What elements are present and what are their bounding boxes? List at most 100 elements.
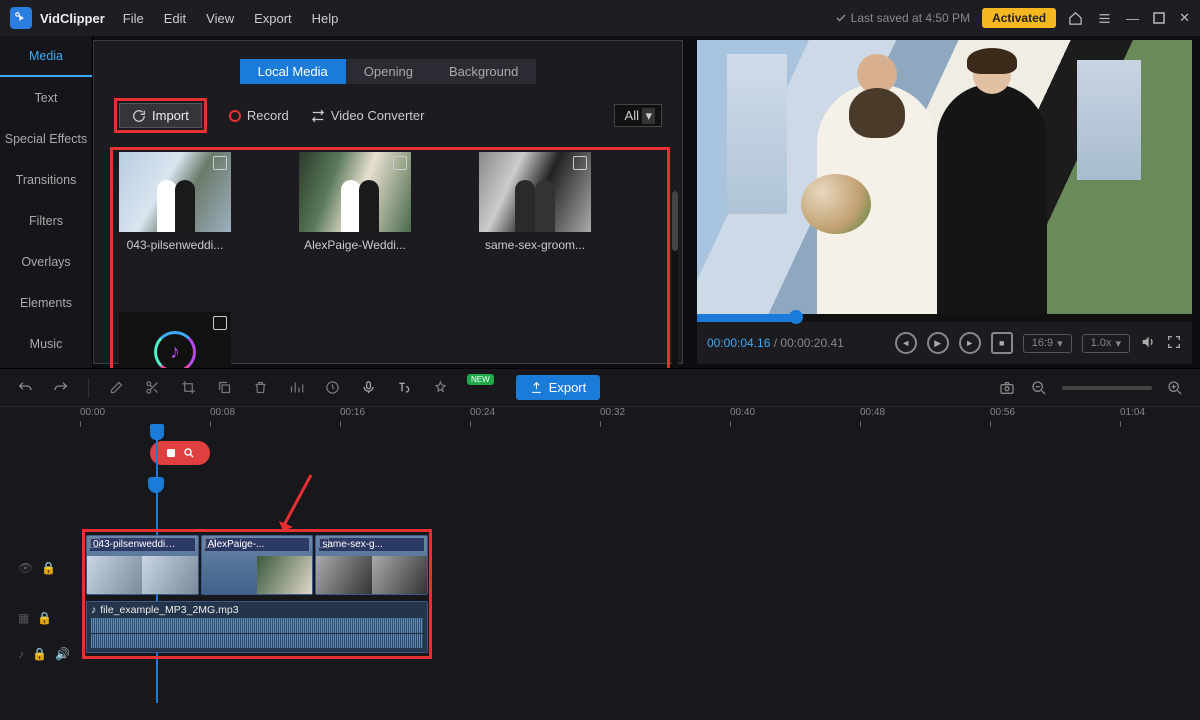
- menu-view[interactable]: View: [206, 11, 234, 26]
- next-frame-button[interactable]: ►: [959, 332, 981, 354]
- zoom-slider[interactable]: [1062, 386, 1152, 390]
- edit-icon[interactable]: [107, 379, 125, 397]
- tab-local-media[interactable]: Local Media: [240, 59, 346, 84]
- clip-thumbnail: [119, 152, 231, 232]
- audio-badge-icon: [213, 316, 227, 330]
- undo-button[interactable]: [16, 379, 34, 397]
- last-saved: Last saved at 4:50 PM: [835, 11, 970, 25]
- sidebar-elements[interactable]: Elements: [0, 282, 92, 323]
- media-filter-select[interactable]: All: [614, 104, 662, 127]
- sidebar-media[interactable]: Media: [0, 36, 92, 77]
- effects-icon[interactable]: [431, 379, 449, 397]
- menu-help[interactable]: Help: [312, 11, 339, 26]
- video-track[interactable]: 043-pilsenwedding... AlexPaige-... same-…: [86, 535, 428, 595]
- music-note-icon: ♪: [154, 331, 196, 373]
- film-icon[interactable]: ▦: [18, 611, 29, 625]
- marker-icon: [165, 447, 177, 459]
- clip-name: AlexPaige-Weddi...: [299, 238, 411, 252]
- volume-icon[interactable]: [1140, 334, 1156, 353]
- preview-time: 00:00:04.16 / 00:00:20.41: [707, 336, 844, 350]
- video-clip[interactable]: AlexPaige-...: [201, 535, 314, 595]
- hamburger-icon[interactable]: [1097, 10, 1112, 26]
- play-button[interactable]: ▶: [927, 332, 949, 354]
- clip-thumbnail: [479, 152, 591, 232]
- clock-icon[interactable]: [323, 379, 341, 397]
- stop-button[interactable]: ■: [991, 332, 1013, 354]
- mic-icon[interactable]: [359, 379, 377, 397]
- sidebar-transitions[interactable]: Transitions: [0, 159, 92, 200]
- audio-track[interactable]: ♪ file_example_MP3_2MG.mp3: [86, 601, 428, 653]
- tab-background[interactable]: Background: [431, 59, 536, 84]
- menu-export[interactable]: Export: [254, 11, 292, 26]
- sidebar-filters[interactable]: Filters: [0, 200, 92, 241]
- aspect-ratio-select[interactable]: 16:9▾: [1023, 334, 1072, 353]
- media-panel: Local Media Opening Background Import Re…: [93, 40, 683, 364]
- preview-panel: 00:00:04.16 / 00:00:20.41 ◄ ▶ ► ■ 16:9▾ …: [697, 40, 1192, 364]
- music-icon[interactable]: ♪: [18, 647, 24, 661]
- audio-clip-icon: ♪: [91, 604, 96, 616]
- annotation-highlight-grid: 043-pilsenweddi... AlexPaige-Weddi... sa…: [110, 147, 670, 401]
- search-icon: [183, 447, 195, 459]
- levels-icon[interactable]: [287, 379, 305, 397]
- cut-icon[interactable]: [143, 379, 161, 397]
- close-icon[interactable]: ✕: [1179, 10, 1190, 26]
- redo-button[interactable]: [52, 379, 70, 397]
- seek-knob[interactable]: [789, 310, 803, 324]
- clip-name: same-sex-groom...: [479, 238, 591, 252]
- sidebar-specialeffects[interactable]: Special Effects: [0, 118, 92, 159]
- tab-opening[interactable]: Opening: [346, 59, 431, 84]
- import-icon: [132, 109, 146, 123]
- timeline-export-button[interactable]: Export: [516, 375, 601, 400]
- media-clip[interactable]: AlexPaige-Weddi...: [299, 152, 419, 252]
- app-logo: [10, 7, 32, 29]
- scrollbar[interactable]: [672, 191, 678, 391]
- timeline-toolbar: NEW Export: [0, 369, 1200, 407]
- audio-clip-name: file_example_MP3_2MG.mp3: [100, 604, 238, 616]
- menu-file[interactable]: File: [123, 11, 144, 26]
- lock-icon[interactable]: 🔒: [32, 647, 47, 661]
- menu-edit[interactable]: Edit: [164, 11, 186, 26]
- activated-badge[interactable]: Activated: [982, 8, 1056, 28]
- timeline: NEW Export 00:00 00:08 00:16 00:24 00:32…: [0, 368, 1200, 720]
- eye-icon[interactable]: 👁: [18, 561, 33, 575]
- zoom-in-icon[interactable]: [1166, 379, 1184, 397]
- maximize-icon[interactable]: [1153, 10, 1165, 26]
- lock-icon[interactable]: 🔒: [37, 611, 52, 625]
- speed-select[interactable]: 1.0x▾: [1082, 334, 1130, 353]
- waveform: [91, 618, 423, 648]
- home-icon[interactable]: [1068, 10, 1083, 26]
- text-to-speech-icon[interactable]: [395, 379, 413, 397]
- video-clip[interactable]: 043-pilsenwedding...: [86, 535, 199, 595]
- image-badge-icon: [213, 156, 227, 170]
- volume-icon[interactable]: 🔊: [55, 647, 70, 661]
- sidebar-overlays[interactable]: Overlays: [0, 241, 92, 282]
- media-clip[interactable]: same-sex-groom...: [479, 152, 599, 252]
- image-badge-icon: [573, 156, 587, 170]
- app-name: VidClipper: [40, 11, 105, 26]
- lock-icon[interactable]: 🔒: [41, 561, 56, 575]
- fullscreen-icon[interactable]: [1166, 334, 1182, 353]
- snapshot-icon[interactable]: [998, 379, 1016, 397]
- titlebar: VidClipper File Edit View Export Help La…: [0, 0, 1200, 36]
- clip-name: 043-pilsenweddi...: [119, 238, 231, 252]
- trash-icon[interactable]: [251, 379, 269, 397]
- minimize-icon[interactable]: —: [1126, 10, 1139, 26]
- record-button[interactable]: Record: [229, 108, 289, 123]
- timeline-ruler[interactable]: 00:00 00:08 00:16 00:24 00:32 00:40 00:4…: [80, 407, 1200, 433]
- video-converter-button[interactable]: Video Converter: [311, 108, 425, 123]
- timeline-marker[interactable]: [150, 441, 210, 465]
- crop-icon[interactable]: [179, 379, 197, 397]
- media-clip[interactable]: 043-pilsenweddi...: [119, 152, 239, 252]
- preview-video[interactable]: [697, 40, 1192, 314]
- video-clip[interactable]: same-sex-g...: [315, 535, 428, 595]
- export-icon: [530, 381, 543, 394]
- sidebar-music[interactable]: Music: [0, 323, 92, 364]
- zoom-out-icon[interactable]: [1030, 379, 1048, 397]
- image-badge-icon: [393, 156, 407, 170]
- prev-frame-button[interactable]: ◄: [895, 332, 917, 354]
- import-button[interactable]: Import: [119, 103, 202, 128]
- preview-seekbar[interactable]: [697, 314, 1192, 322]
- copy-icon[interactable]: [215, 379, 233, 397]
- sidebar-text[interactable]: Text: [0, 77, 92, 118]
- range-marker[interactable]: [148, 477, 164, 493]
